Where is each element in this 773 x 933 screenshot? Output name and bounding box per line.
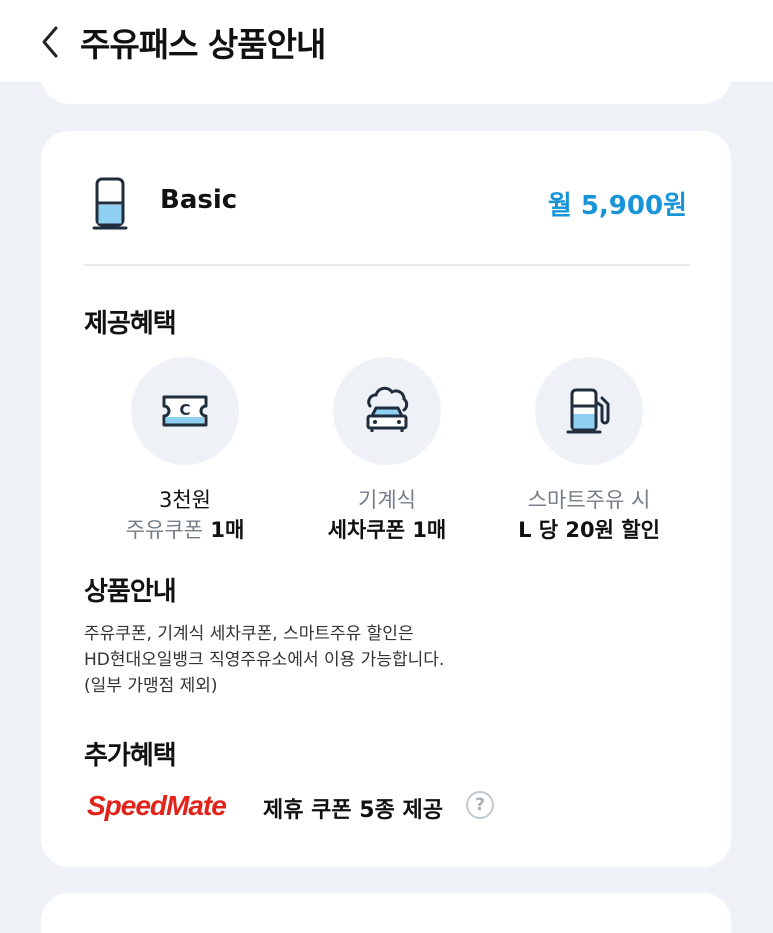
- benefit-fuel-coupon: C 3천원 주유쿠폰 1매: [75, 357, 295, 545]
- next-card: [41, 893, 731, 933]
- fuel-pump-icon: [566, 388, 610, 434]
- benefit-line1: 스마트주유 시: [527, 488, 651, 512]
- fuel-pump-icon: [92, 177, 128, 230]
- help-icon[interactable]: ?: [466, 791, 494, 819]
- previous-card: [41, 60, 731, 104]
- benefits-title: 제공혜택: [84, 309, 177, 339]
- benefit-line2-muted: 주유쿠폰: [125, 518, 204, 542]
- benefit-line2: 세차쿠폰 1매: [277, 515, 497, 545]
- back-button[interactable]: [36, 22, 68, 62]
- benefit-line2-strong: L 당 20원 할인: [518, 518, 660, 542]
- page-title: 주유패스 상품안내: [80, 25, 326, 64]
- plan-price: 월 5,900원: [547, 191, 687, 221]
- benefit-icon-circle: [333, 357, 441, 465]
- benefit-smart-fuel: 스마트주유 시 L 당 20원 할인: [479, 357, 699, 545]
- car-wash-icon: [366, 386, 409, 432]
- product-info-text: 주유쿠폰, 기계식 세차쿠폰, 스마트주유 할인은 HD현대오일뱅크 직영주유소…: [84, 621, 444, 699]
- ticket-coupon-icon: C: [162, 395, 208, 427]
- product-info-line: (일부 가맹점 제외): [84, 676, 218, 696]
- product-info-line: 주유쿠폰, 기계식 세차쿠폰, 스마트주유 할인은: [84, 624, 414, 644]
- benefit-line2: 주유쿠폰 1매: [75, 515, 295, 545]
- benefit-icon-circle: C: [131, 357, 239, 465]
- plan-name: Basic: [160, 185, 238, 215]
- product-info-line: HD현대오일뱅크 직영주유소에서 이용 가능합니다.: [84, 650, 445, 670]
- benefit-line2: L 당 20원 할인: [479, 515, 699, 545]
- extra-benefits-text: 제휴 쿠폰 5종 제공: [263, 798, 443, 823]
- svg-text:C: C: [179, 401, 190, 419]
- product-info-title: 상품안내: [84, 577, 177, 607]
- benefit-line2-strong: 세차쿠폰 1매: [327, 518, 447, 542]
- plan-card: Basic 월 5,900원 제공혜택 C 3천원 주유쿠폰 1매 기계식 세차…: [41, 131, 731, 867]
- benefit-line1: 기계식: [358, 488, 416, 512]
- extra-benefits-title: 추가혜택: [84, 741, 177, 771]
- chevron-left-icon: [42, 26, 58, 58]
- divider: [84, 264, 690, 266]
- benefit-car-wash: 기계식 세차쿠폰 1매: [277, 357, 497, 545]
- benefit-line2-strong: 1매: [203, 518, 245, 542]
- speedmate-logo: SpeedMate: [87, 790, 227, 821]
- benefit-line1: 3천원: [158, 488, 211, 512]
- benefit-icon-circle: [535, 357, 643, 465]
